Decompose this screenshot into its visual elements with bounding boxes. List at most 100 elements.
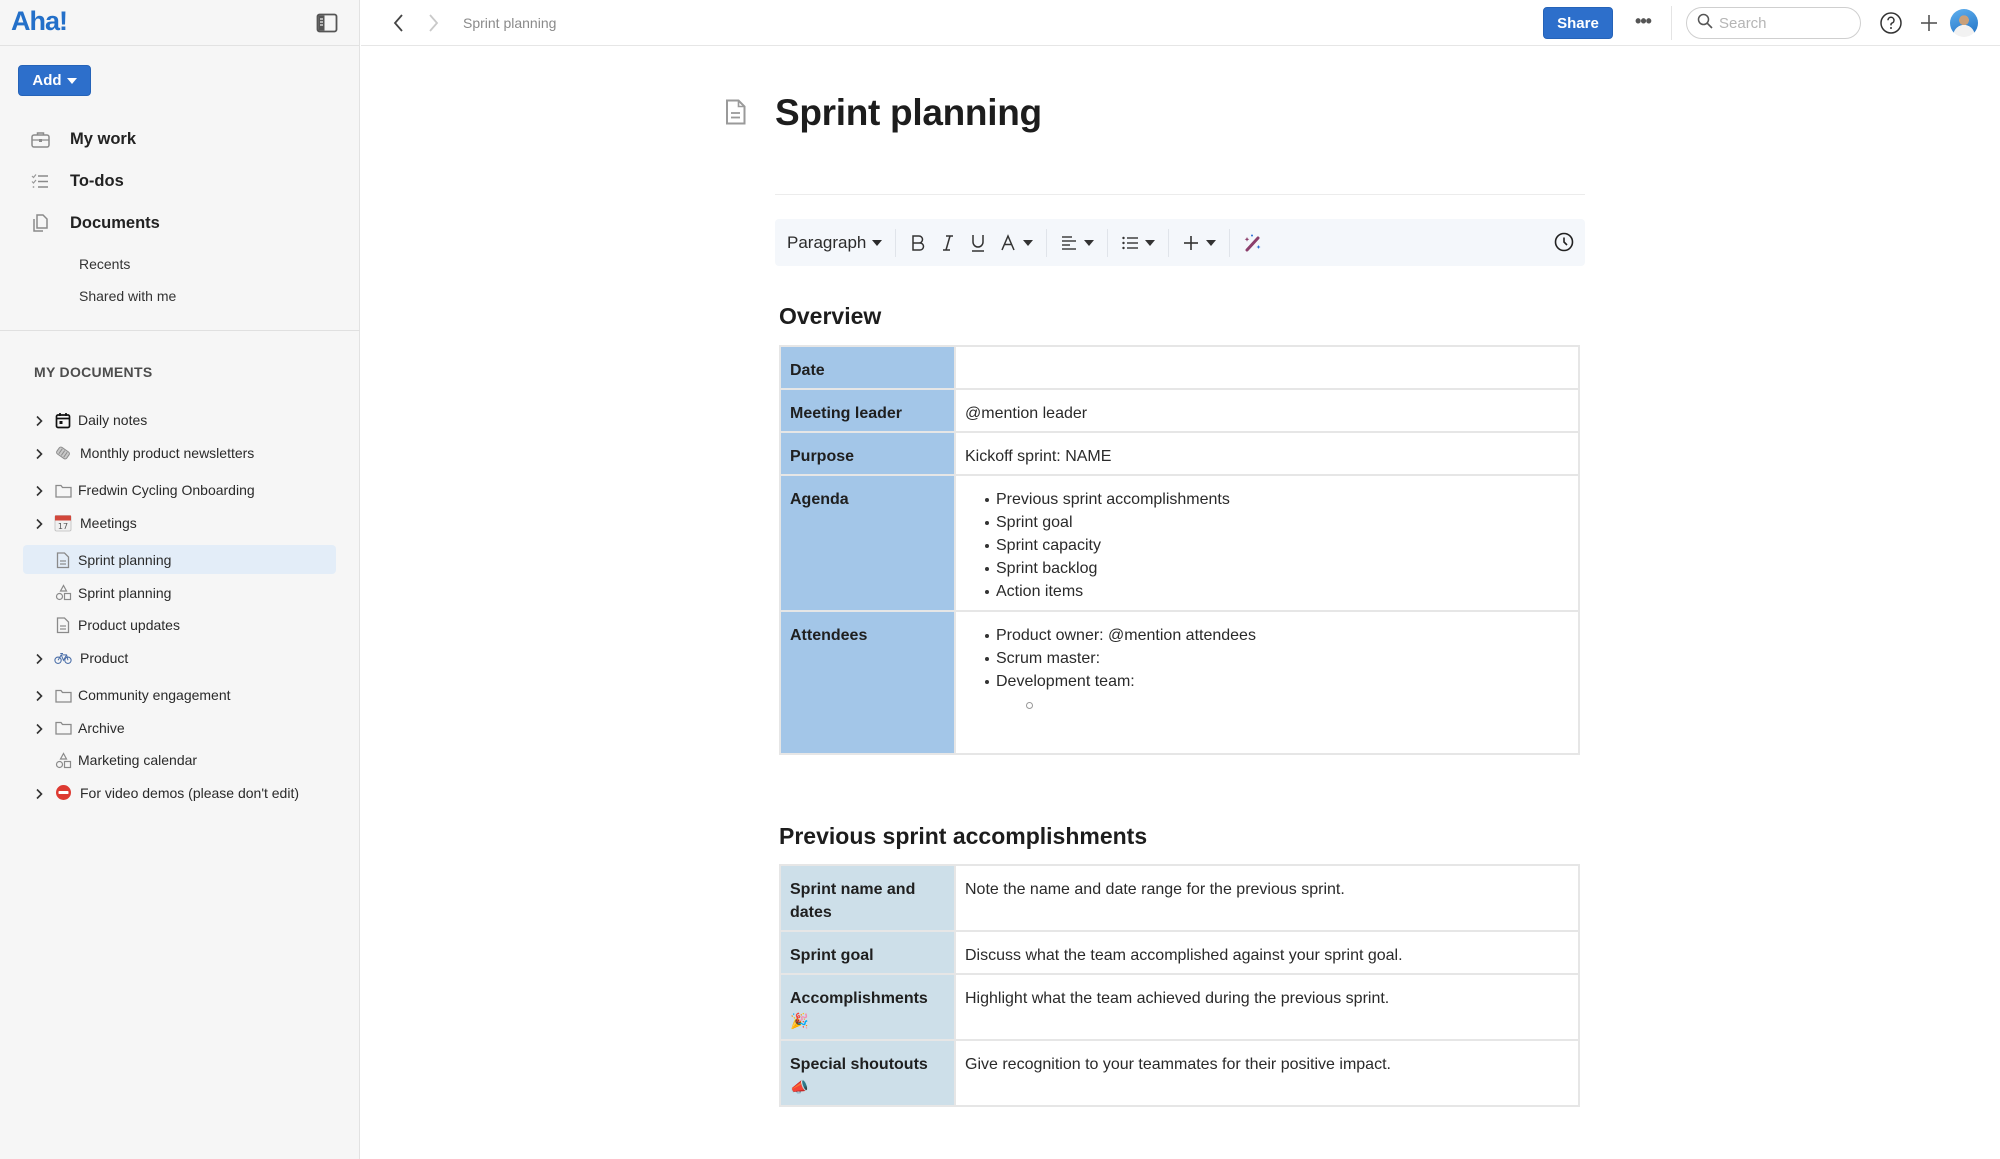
- aha-logo[interactable]: Aha!: [11, 6, 68, 37]
- row-value[interactable]: Kickoff sprint: NAME: [954, 431, 1580, 476]
- tree-item-meetings[interactable]: 17 Meetings: [0, 507, 360, 540]
- row-label[interactable]: Sprint name and dates: [779, 864, 956, 932]
- newspaper-icon: [54, 444, 72, 462]
- sidebar: Aha! Add My work To-dos Documents Recent…: [0, 0, 360, 1159]
- row-label[interactable]: Attendees: [779, 610, 956, 755]
- table-row: Accomplishments 🎉 Highlight what the tea…: [779, 973, 1580, 1041]
- nav-my-work[interactable]: My work: [0, 122, 360, 156]
- align-button[interactable]: [1054, 228, 1100, 258]
- list-item[interactable]: Product owner: @mention attendees: [985, 624, 1569, 647]
- search-input[interactable]: [1719, 14, 1849, 32]
- list-item[interactable]: Sprint capacity: [985, 534, 1569, 557]
- overview-heading[interactable]: Overview: [779, 303, 881, 330]
- bold-button[interactable]: [903, 228, 933, 258]
- user-avatar[interactable]: [1950, 9, 1978, 37]
- nested-list-item[interactable]: [1026, 693, 1569, 716]
- list-item[interactable]: Development team:: [985, 670, 1569, 716]
- tree-item-product[interactable]: Product: [0, 642, 360, 675]
- whiteboard-shapes-icon: [54, 584, 72, 602]
- row-value[interactable]: @mention leader: [954, 388, 1580, 433]
- sidebar-header: Aha!: [0, 0, 359, 46]
- tree-item-product-updates[interactable]: Product updates: [0, 609, 360, 642]
- more-options-icon[interactable]: •••: [1631, 12, 1655, 34]
- list-item[interactable]: Sprint goal: [985, 511, 1569, 534]
- history-clock-icon[interactable]: [1553, 231, 1575, 253]
- paragraph-style-dropdown[interactable]: Paragraph: [787, 228, 888, 258]
- whiteboard-shapes-icon: [54, 751, 72, 769]
- folder-icon: [54, 481, 72, 499]
- row-label[interactable]: Sprint goal: [779, 930, 956, 975]
- tree-item-fredwin-cycling-onboarding[interactable]: Fredwin Cycling Onboarding: [0, 474, 360, 507]
- share-button[interactable]: Share: [1543, 7, 1613, 39]
- list-item[interactable]: Scrum master:: [985, 647, 1569, 670]
- breadcrumb[interactable]: Sprint planning: [463, 15, 556, 31]
- tree-item-daily-notes[interactable]: Daily notes: [0, 404, 360, 437]
- back-arrow-icon[interactable]: [389, 12, 409, 34]
- underline-button[interactable]: [963, 228, 993, 258]
- tree-item-label: Daily notes: [78, 412, 148, 429]
- help-icon[interactable]: [1879, 11, 1903, 35]
- caret-down-icon: [1145, 239, 1156, 246]
- row-value[interactable]: Previous sprint accomplishments Sprint g…: [954, 474, 1580, 612]
- chevron-right-icon[interactable]: [33, 517, 45, 529]
- text-color-button[interactable]: [993, 228, 1039, 258]
- chevron-right-icon[interactable]: [33, 484, 45, 497]
- previous-sprint-heading[interactable]: Previous sprint accomplishments: [779, 823, 1147, 850]
- row-value[interactable]: Give recognition to your teammates for t…: [954, 1039, 1580, 1107]
- row-value[interactable]: Note the name and date range for the pre…: [954, 864, 1580, 932]
- row-value[interactable]: Product owner: @mention attendees Scrum …: [954, 610, 1580, 755]
- tree-item-community-engagement[interactable]: Community engagement: [0, 679, 360, 712]
- row-label[interactable]: Accomplishments 🎉: [779, 973, 956, 1041]
- nav-recents[interactable]: Recents: [0, 248, 360, 280]
- tree-item-sprint-planning-whiteboard[interactable]: Sprint planning: [0, 577, 360, 610]
- nav-documents[interactable]: Documents: [0, 206, 360, 240]
- calendar-icon: [54, 411, 72, 429]
- list-button[interactable]: [1115, 228, 1161, 258]
- row-label[interactable]: Date: [779, 345, 956, 390]
- chevron-right-icon[interactable]: [33, 447, 45, 459]
- megaphone-icon: 📣: [790, 1079, 809, 1096]
- row-label[interactable]: Purpose: [779, 431, 956, 476]
- sidebar-toggle-icon[interactable]: [316, 12, 338, 34]
- document-icon: [54, 551, 72, 569]
- chevron-right-icon[interactable]: [33, 787, 45, 799]
- row-value[interactable]: [954, 345, 1580, 390]
- list-item[interactable]: Action items: [985, 580, 1569, 603]
- nav-shared-with-me[interactable]: Shared with me: [0, 280, 360, 312]
- forward-arrow-icon[interactable]: [423, 12, 443, 34]
- previous-sprint-table: Sprint name and dates Note the name and …: [779, 864, 1580, 1107]
- italic-button[interactable]: [933, 228, 963, 258]
- tree-item-archive[interactable]: Archive: [0, 712, 360, 745]
- nav-to-dos[interactable]: To-dos: [0, 164, 360, 198]
- tree-item-sprint-planning-doc[interactable]: Sprint planning: [0, 544, 360, 577]
- plus-icon[interactable]: [1917, 11, 1941, 35]
- tree-item-video-demos[interactable]: For video demos (please don't edit): [0, 777, 360, 810]
- document-title[interactable]: Sprint planning: [775, 92, 1042, 134]
- tree-item-marketing-calendar[interactable]: Marketing calendar: [0, 744, 360, 777]
- list-item[interactable]: Previous sprint accomplishments: [985, 488, 1569, 511]
- row-label[interactable]: Special shoutouts 📣: [779, 1039, 956, 1107]
- caret-down-icon: [1084, 239, 1095, 246]
- table-row: Attendees Product owner: @mention attend…: [779, 610, 1580, 755]
- chevron-right-icon[interactable]: [33, 652, 45, 664]
- chevron-right-icon[interactable]: [33, 689, 45, 702]
- add-button[interactable]: Add: [18, 65, 91, 96]
- ai-assist-button[interactable]: [1237, 228, 1269, 258]
- list-item[interactable]: Sprint backlog: [985, 557, 1569, 580]
- checklist-icon: [30, 171, 50, 191]
- agenda-list: Previous sprint accomplishments Sprint g…: [965, 488, 1569, 603]
- tree-item-label: Marketing calendar: [78, 752, 198, 769]
- chevron-right-icon[interactable]: [33, 414, 45, 427]
- row-value[interactable]: Highlight what the team achieved during …: [954, 973, 1580, 1041]
- tree-item-monthly-product-newsletters[interactable]: Monthly product newsletters: [0, 437, 360, 470]
- tree-item-label: Fredwin Cycling Onboarding: [78, 482, 255, 499]
- row-label[interactable]: Meeting leader: [779, 388, 956, 433]
- row-label[interactable]: Agenda: [779, 474, 956, 612]
- insert-button[interactable]: [1176, 228, 1222, 258]
- row-value[interactable]: Discuss what the team accomplished again…: [954, 930, 1580, 975]
- search-field[interactable]: [1686, 7, 1861, 39]
- nav-label: My work: [70, 129, 137, 148]
- chevron-right-icon[interactable]: [33, 722, 45, 734]
- table-row: Date: [779, 345, 1580, 390]
- title-divider: [775, 194, 1585, 195]
